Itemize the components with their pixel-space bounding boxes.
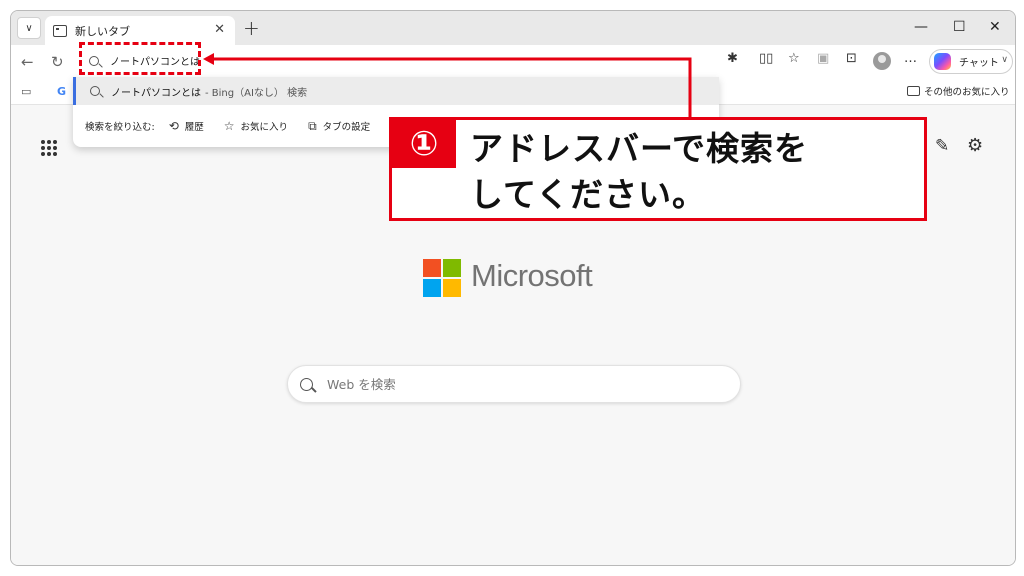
web-search-input[interactable] bbox=[327, 376, 707, 392]
instruction-line-1: アドレスバーで検索を bbox=[470, 129, 809, 168]
browser-window: ∨ 新しいタブ ✕ + — ☐ ✕ ← ↻ ✱ ▯▯ ☆ ▣ ⊡ … チャット … bbox=[10, 10, 1016, 566]
favorites-icon[interactable]: ☆ bbox=[788, 51, 800, 66]
maximize-button[interactable]: ☐ bbox=[953, 19, 966, 35]
new-tab-button[interactable]: + bbox=[243, 16, 260, 40]
app-launcher-icon[interactable] bbox=[41, 140, 57, 156]
reading-view-icon[interactable]: ▭ bbox=[21, 85, 31, 98]
suggestion-query: ノートパソコンとは bbox=[111, 87, 201, 99]
split-screen-icon[interactable]: ▯▯ bbox=[759, 51, 773, 66]
more-options-icon[interactable]: … bbox=[904, 51, 917, 66]
close-window-button[interactable]: ✕ bbox=[989, 19, 1001, 35]
chevron-down-icon: ∨ bbox=[1001, 55, 1008, 65]
web-search-box[interactable] bbox=[287, 365, 741, 403]
filter-history-label: 履歴 bbox=[184, 122, 204, 133]
back-button[interactable]: ← bbox=[21, 53, 34, 71]
chat-label: チャット bbox=[959, 58, 999, 69]
microsoft-logo-icon bbox=[423, 259, 461, 297]
search-suggestion[interactable]: ノートパソコンとは - Bing（AIなし） 検索 bbox=[73, 77, 719, 105]
minimize-button[interactable]: — bbox=[914, 19, 928, 35]
filter-tabs[interactable]: ⧉ タブの設定 bbox=[308, 119, 370, 134]
chevron-down-icon: ∨ bbox=[25, 22, 33, 34]
close-tab-icon[interactable]: ✕ bbox=[214, 22, 225, 37]
refresh-button[interactable]: ↻ bbox=[51, 53, 64, 71]
instruction-callout: ① アドレスバーで検索を してください。 bbox=[389, 117, 927, 221]
brand-name: Microsoft bbox=[471, 258, 593, 293]
folder-icon bbox=[907, 86, 920, 96]
search-icon bbox=[90, 86, 100, 96]
gear-icon[interactable]: ⚙ bbox=[967, 135, 983, 156]
tab-actions-menu-button[interactable]: ∨ bbox=[17, 17, 41, 39]
filter-tabs-label: タブの設定 bbox=[322, 122, 371, 133]
collections-icon[interactable]: ▣ bbox=[817, 51, 829, 66]
filter-label: 検索を絞り込む: bbox=[85, 122, 155, 133]
edit-icon[interactable]: ✎ bbox=[935, 136, 949, 156]
address-bar-highlight bbox=[79, 42, 201, 75]
history-icon: ⟲ bbox=[168, 119, 179, 133]
step-number: ① bbox=[392, 120, 456, 168]
suggestion-suffix: - Bing（AIなし） 検索 bbox=[205, 87, 308, 99]
other-favorites-label: その他のお気に入り bbox=[924, 87, 1010, 98]
filter-history[interactable]: ⟲ 履歴 bbox=[169, 119, 204, 133]
extensions-icon[interactable]: ✱ bbox=[727, 51, 738, 66]
filter-favorites-label: お気に入り bbox=[240, 122, 289, 133]
star-icon: ☆ bbox=[223, 119, 235, 133]
filter-favorites[interactable]: ☆ お気に入り bbox=[224, 119, 288, 133]
profile-avatar[interactable] bbox=[873, 52, 891, 70]
other-favorites-button[interactable]: その他のお気に入り bbox=[907, 84, 1010, 98]
google-icon[interactable]: G bbox=[57, 85, 66, 98]
search-icon bbox=[300, 377, 313, 391]
copilot-chat-button[interactable]: チャット ∨ bbox=[929, 49, 1013, 74]
instruction-text: アドレスバーで検索を してください。 bbox=[470, 126, 808, 218]
copilot-icon bbox=[934, 53, 951, 70]
screenshot-icon[interactable]: ⊡ bbox=[846, 51, 857, 66]
tabs-icon: ⧉ bbox=[308, 118, 317, 133]
tab-strip: ∨ 新しいタブ ✕ + — ☐ ✕ bbox=[11, 11, 1015, 45]
instruction-line-2: してください。 bbox=[470, 175, 707, 214]
tab-title: 新しいタブ bbox=[75, 24, 130, 38]
new-tab-page-icon bbox=[53, 24, 67, 37]
tab-new-tab[interactable]: 新しいタブ ✕ bbox=[45, 16, 235, 45]
